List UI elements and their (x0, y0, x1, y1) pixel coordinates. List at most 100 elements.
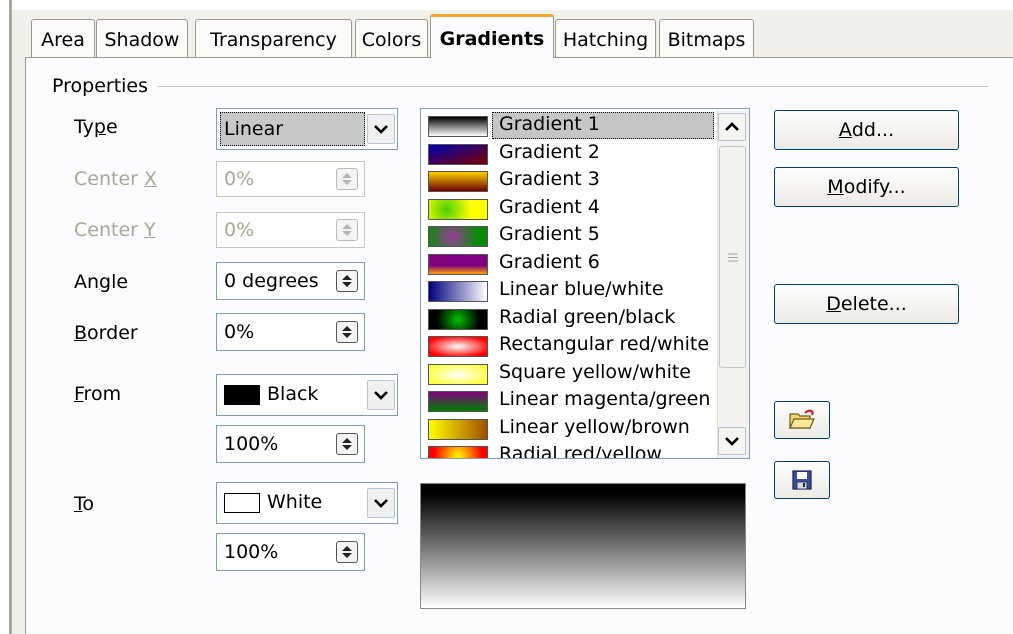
center-x-field: 0% (216, 161, 365, 197)
gradient-list-item[interactable]: Linear blue/white (421, 277, 713, 304)
border-label: Border (74, 322, 138, 344)
center-y-label: Center Y (74, 219, 156, 241)
type-label: Type (74, 116, 118, 138)
to-color-name: White (267, 491, 323, 513)
from-intensity-spinner[interactable] (336, 433, 358, 455)
delete-button[interactable]: Delete... (774, 284, 959, 324)
group-separator (158, 86, 988, 87)
gradient-name: Radial green/black (499, 305, 676, 328)
from-intensity-field[interactable]: 100% (216, 425, 365, 463)
gradient-name: Gradient 4 (499, 195, 600, 218)
gradient-list-item[interactable]: Linear yellow/brown (421, 415, 713, 442)
from-color-dropdown-button[interactable] (367, 380, 395, 410)
gradient-name: Linear yellow/brown (499, 415, 690, 438)
gradient-name: Rectangular red/white (499, 333, 710, 355)
to-color-dropdown-button[interactable] (367, 488, 395, 518)
gradient-list-item[interactable]: Gradient 1 (421, 112, 714, 139)
gradient-list-item[interactable]: Radial red/yellow (421, 442, 713, 459)
from-intensity-value: 100% (224, 433, 279, 455)
center-y-value: 0% (224, 219, 255, 241)
type-select[interactable]: Linear (216, 108, 398, 150)
gradient-swatch (428, 171, 488, 192)
gradient-list-item[interactable]: Gradient 6 (421, 250, 713, 277)
group-title-properties: Properties (52, 75, 149, 97)
gradient-name: Gradient 5 (499, 223, 600, 245)
to-color-swatch (224, 493, 260, 513)
to-color-select[interactable]: White (216, 482, 398, 524)
gradient-list-item[interactable]: Linear magenta/green (421, 387, 713, 414)
from-color-select[interactable]: Black (216, 374, 398, 416)
from-label: From (74, 383, 122, 405)
gradient-swatch (428, 281, 488, 302)
gradient-swatch (428, 446, 488, 458)
area-dialog: Area Shadow Transparency Colors Gradient… (0, 0, 1013, 634)
gradient-list[interactable]: Gradient 1 Gradient 2 Gradient 3 Gradient 4… (420, 108, 750, 459)
gradient-list-item[interactable]: Radial green/black (421, 305, 713, 332)
center-y-spinner (336, 219, 358, 241)
gradient-swatch (428, 143, 488, 165)
gradient-name: Gradient 3 (499, 168, 600, 190)
gradient-name: Gradient 2 (499, 140, 600, 163)
from-color-swatch (224, 385, 260, 405)
tab-colors[interactable]: Colors (355, 19, 428, 57)
type-dropdown-button[interactable] (367, 114, 395, 144)
gradient-name: Radial red/yellow (499, 443, 662, 459)
tab-transparency[interactable]: Transparency (195, 19, 352, 57)
tab-shadow[interactable]: Shadow (96, 19, 188, 57)
folder-open-icon (789, 409, 815, 429)
scroll-up-button[interactable] (718, 113, 746, 141)
tab-gradients[interactable]: Gradients (430, 14, 554, 58)
chevron-down-icon (725, 437, 739, 446)
gradient-name: Square yellow/white (499, 360, 691, 383)
gradient-list-item[interactable]: Rectangular red/white (421, 332, 713, 359)
gradient-name: Gradient 6 (499, 250, 600, 273)
angle-spinner[interactable] (336, 270, 358, 292)
type-value: Linear (220, 112, 365, 146)
scroll-down-button[interactable] (718, 427, 746, 455)
gradient-swatch (428, 198, 488, 220)
chevron-down-icon (374, 125, 388, 134)
to-intensity-value: 100% (224, 541, 279, 563)
gradient-swatch (428, 418, 488, 440)
chevron-down-icon (374, 499, 388, 508)
gradient-list-item[interactable]: Gradient 5 (421, 222, 713, 249)
tab-area[interactable]: Area (31, 19, 95, 57)
border-value: 0% (224, 321, 255, 343)
chevron-up-icon (725, 122, 739, 131)
gradient-swatch (428, 308, 488, 330)
gradient-list-item[interactable]: Gradient 3 (421, 167, 713, 194)
floppy-save-icon (792, 470, 812, 490)
center-x-label: Center X (74, 168, 158, 190)
gradient-name: Gradient 1 (499, 113, 600, 135)
gradient-preview (420, 483, 746, 609)
gradient-swatch (428, 116, 488, 137)
gradient-swatch (428, 391, 488, 412)
gradient-list-item[interactable]: Gradient 2 (421, 140, 713, 167)
add-button[interactable]: Add... (774, 110, 959, 150)
modify-button[interactable]: Modify... (774, 167, 959, 207)
gradient-name: Linear magenta/green (499, 388, 711, 410)
center-y-field: 0% (216, 212, 365, 248)
gradient-list-item[interactable]: Gradient 4 (421, 195, 713, 222)
angle-label: Angle (74, 271, 129, 293)
to-label: To (74, 493, 95, 515)
to-intensity-spinner[interactable] (336, 541, 358, 563)
to-intensity-field[interactable]: 100% (216, 533, 365, 571)
load-gradients-button[interactable] (774, 401, 830, 439)
gradient-list-item[interactable]: Square yellow/white (421, 360, 713, 387)
center-x-spinner (336, 168, 358, 190)
gradient-swatch (428, 226, 488, 247)
border-field[interactable]: 0% (216, 313, 365, 351)
tab-bitmaps[interactable]: Bitmaps (659, 19, 754, 57)
gradient-name: Linear blue/white (499, 278, 664, 300)
border-spinner[interactable] (336, 321, 358, 343)
gradient-swatch (428, 363, 488, 385)
chevron-down-icon (374, 391, 388, 400)
angle-value: 0 degrees (224, 270, 319, 292)
gradient-swatch (428, 336, 488, 357)
scroll-thumb[interactable] (719, 146, 746, 368)
center-x-value: 0% (224, 168, 255, 190)
angle-field[interactable]: 0 degrees (216, 262, 365, 300)
save-gradients-button[interactable] (774, 461, 830, 499)
tab-hatching[interactable]: Hatching (555, 19, 656, 57)
